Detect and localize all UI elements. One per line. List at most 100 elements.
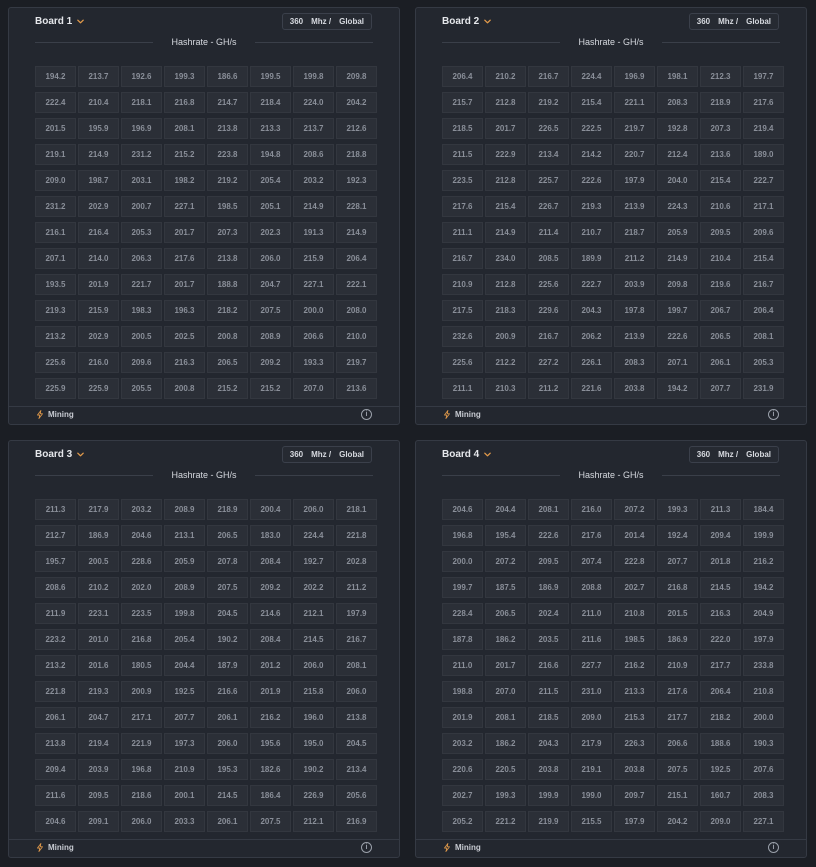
chip-hashrate-cell[interactable]: 222.7	[743, 170, 784, 191]
chip-hashrate-cell[interactable]: 217.6	[571, 525, 612, 546]
chip-hashrate-cell[interactable]: 219.1	[571, 759, 612, 780]
chip-hashrate-cell[interactable]: 216.7	[336, 629, 377, 650]
chip-hashrate-cell[interactable]: 213.1	[164, 525, 205, 546]
chip-hashrate-cell[interactable]: 210.2	[78, 577, 119, 598]
chip-hashrate-cell[interactable]: 216.6	[207, 681, 248, 702]
chip-hashrate-cell[interactable]: 217.1	[743, 196, 784, 217]
chip-hashrate-cell[interactable]: 213.6	[336, 378, 377, 399]
chip-hashrate-cell[interactable]: 228.6	[121, 551, 162, 572]
chip-hashrate-cell[interactable]: 202.4	[528, 603, 569, 624]
chip-hashrate-cell[interactable]: 210.0	[336, 326, 377, 347]
chip-hashrate-cell[interactable]: 206.6	[293, 326, 334, 347]
chip-hashrate-cell[interactable]: 201.5	[657, 603, 698, 624]
chip-hashrate-cell[interactable]: 208.1	[743, 326, 784, 347]
chip-hashrate-cell[interactable]: 200.9	[485, 326, 526, 347]
chip-hashrate-cell[interactable]: 218.8	[336, 144, 377, 165]
chip-hashrate-cell[interactable]: 215.8	[293, 681, 334, 702]
chip-hashrate-cell[interactable]: 204.6	[442, 499, 483, 520]
chip-hashrate-cell[interactable]: 211.5	[528, 681, 569, 702]
chip-hashrate-cell[interactable]: 195.4	[485, 525, 526, 546]
chip-hashrate-cell[interactable]: 192.7	[293, 551, 334, 572]
chip-hashrate-cell[interactable]: 213.2	[35, 326, 76, 347]
chip-hashrate-cell[interactable]: 216.7	[442, 248, 483, 269]
chip-hashrate-cell[interactable]: 222.5	[571, 118, 612, 139]
chip-hashrate-cell[interactable]: 203.1	[121, 170, 162, 191]
chip-hashrate-cell[interactable]: 210.9	[164, 759, 205, 780]
chip-hashrate-cell[interactable]: 211.1	[442, 378, 483, 399]
chip-hashrate-cell[interactable]: 206.2	[571, 326, 612, 347]
chip-hashrate-cell[interactable]: 199.9	[528, 785, 569, 806]
chip-hashrate-cell[interactable]: 207.6	[743, 759, 784, 780]
chip-hashrate-cell[interactable]: 197.9	[743, 629, 784, 650]
chip-hashrate-cell[interactable]: 189.9	[571, 248, 612, 269]
chip-hashrate-cell[interactable]: 222.0	[700, 629, 741, 650]
chip-hashrate-cell[interactable]: 222.6	[528, 525, 569, 546]
chip-hashrate-cell[interactable]: 212.8	[485, 92, 526, 113]
chip-hashrate-cell[interactable]: 206.0	[336, 681, 377, 702]
chip-hashrate-cell[interactable]: 202.2	[293, 577, 334, 598]
chip-hashrate-cell[interactable]: 211.9	[35, 603, 76, 624]
chip-hashrate-cell[interactable]: 223.1	[78, 603, 119, 624]
chip-hashrate-cell[interactable]: 221.8	[35, 681, 76, 702]
chip-hashrate-cell[interactable]: 216.7	[528, 66, 569, 87]
chip-hashrate-cell[interactable]: 208.1	[336, 655, 377, 676]
chip-hashrate-cell[interactable]: 211.4	[528, 222, 569, 243]
chip-hashrate-cell[interactable]: 201.7	[164, 222, 205, 243]
chip-hashrate-cell[interactable]: 187.8	[442, 629, 483, 650]
chip-hashrate-cell[interactable]: 207.1	[35, 248, 76, 269]
chip-hashrate-cell[interactable]: 219.1	[35, 144, 76, 165]
chip-hashrate-cell[interactable]: 216.0	[571, 499, 612, 520]
chip-hashrate-cell[interactable]: 214.2	[571, 144, 612, 165]
chip-hashrate-cell[interactable]: 215.4	[571, 92, 612, 113]
info-icon[interactable]: i	[361, 409, 372, 420]
chip-hashrate-cell[interactable]: 219.4	[78, 733, 119, 754]
chip-hashrate-cell[interactable]: 202.0	[121, 577, 162, 598]
chip-hashrate-cell[interactable]: 219.6	[700, 274, 741, 295]
chip-hashrate-cell[interactable]: 207.5	[250, 300, 291, 321]
chip-hashrate-cell[interactable]: 218.7	[614, 222, 655, 243]
chip-hashrate-cell[interactable]: 220.5	[485, 759, 526, 780]
chip-hashrate-cell[interactable]: 204.2	[336, 92, 377, 113]
board-selector[interactable]: Board 3	[35, 449, 85, 460]
chip-hashrate-cell[interactable]: 203.8	[614, 759, 655, 780]
chip-hashrate-cell[interactable]: 208.9	[250, 326, 291, 347]
chip-hashrate-cell[interactable]: 206.5	[207, 525, 248, 546]
chip-hashrate-cell[interactable]: 213.8	[336, 707, 377, 728]
chip-hashrate-cell[interactable]: 202.9	[78, 326, 119, 347]
chip-hashrate-cell[interactable]: 192.3	[336, 170, 377, 191]
frequency-selector[interactable]: 360 Mhz / Global	[688, 13, 779, 30]
chip-hashrate-cell[interactable]: 160.7	[700, 785, 741, 806]
chip-hashrate-cell[interactable]: 206.6	[657, 733, 698, 754]
chip-hashrate-cell[interactable]: 228.1	[336, 196, 377, 217]
chip-hashrate-cell[interactable]: 193.3	[293, 352, 334, 373]
chip-hashrate-cell[interactable]: 207.4	[571, 551, 612, 572]
chip-hashrate-cell[interactable]: 186.2	[485, 629, 526, 650]
chip-hashrate-cell[interactable]: 219.2	[207, 170, 248, 191]
chip-hashrate-cell[interactable]: 214.7	[207, 92, 248, 113]
chip-hashrate-cell[interactable]: 210.3	[485, 378, 526, 399]
chip-hashrate-cell[interactable]: 219.3	[571, 196, 612, 217]
chip-hashrate-cell[interactable]: 198.1	[657, 66, 698, 87]
chip-hashrate-cell[interactable]: 205.9	[657, 222, 698, 243]
chip-hashrate-cell[interactable]: 196.3	[164, 300, 205, 321]
chip-hashrate-cell[interactable]: 208.5	[528, 248, 569, 269]
chip-hashrate-cell[interactable]: 218.5	[528, 707, 569, 728]
chip-hashrate-cell[interactable]: 206.1	[207, 707, 248, 728]
chip-hashrate-cell[interactable]: 216.7	[528, 326, 569, 347]
chip-hashrate-cell[interactable]: 217.7	[657, 707, 698, 728]
chip-hashrate-cell[interactable]: 215.4	[485, 196, 526, 217]
chip-hashrate-cell[interactable]: 217.6	[657, 681, 698, 702]
chip-hashrate-cell[interactable]: 190.2	[293, 759, 334, 780]
chip-hashrate-cell[interactable]: 187.5	[485, 577, 526, 598]
chip-hashrate-cell[interactable]: 214.6	[250, 603, 291, 624]
chip-hashrate-cell[interactable]: 212.1	[293, 811, 334, 832]
chip-hashrate-cell[interactable]: 207.8	[207, 551, 248, 572]
chip-hashrate-cell[interactable]: 219.2	[528, 92, 569, 113]
chip-hashrate-cell[interactable]: 225.9	[35, 378, 76, 399]
chip-hashrate-cell[interactable]: 206.4	[700, 681, 741, 702]
chip-hashrate-cell[interactable]: 211.2	[528, 378, 569, 399]
chip-hashrate-cell[interactable]: 221.2	[485, 811, 526, 832]
chip-hashrate-cell[interactable]: 201.5	[35, 118, 76, 139]
chip-hashrate-cell[interactable]: 209.2	[250, 577, 291, 598]
chip-hashrate-cell[interactable]: 208.3	[614, 352, 655, 373]
